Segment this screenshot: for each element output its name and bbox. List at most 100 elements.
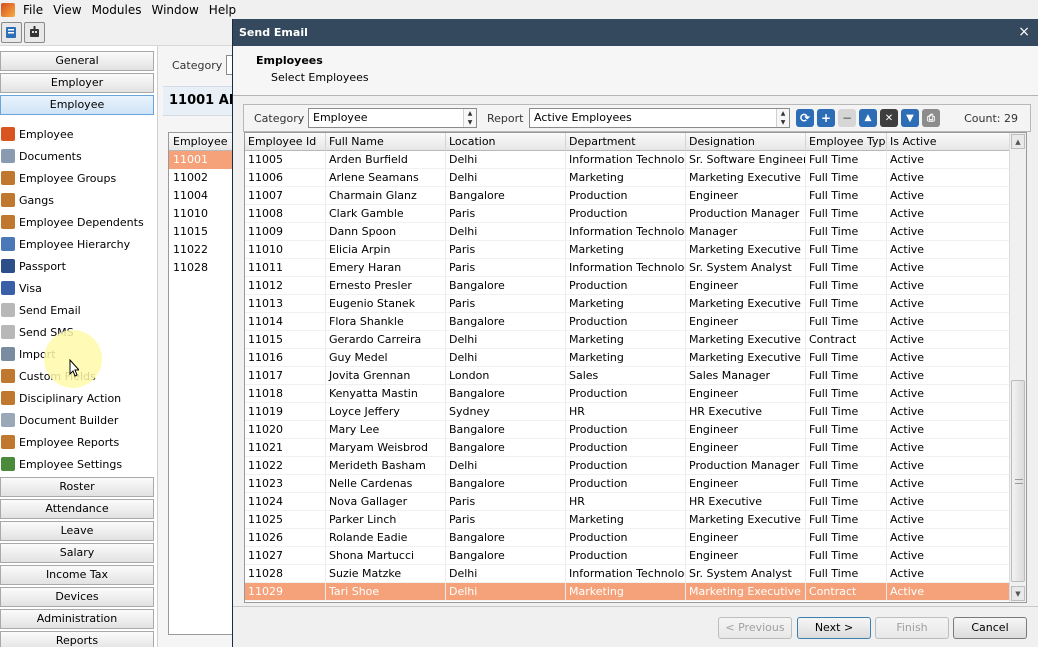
section-leave[interactable]: Leave: [0, 521, 154, 541]
spinner-arrows-icon[interactable]: ▲ ▼: [463, 109, 476, 127]
menu-help[interactable]: Help: [204, 3, 241, 17]
table-cell: Marketing Executive: [686, 349, 806, 366]
section-reports[interactable]: Reports: [0, 631, 154, 647]
scroll-thumb[interactable]: [1011, 380, 1025, 582]
table-cell: Full Time: [806, 151, 887, 168]
column-header-is-active[interactable]: Is Active: [887, 133, 1010, 151]
table-row[interactable]: 11024 Nova Gallager Paris HR HR Executive Ful…: [245, 493, 1010, 511]
column-header-department[interactable]: Department: [566, 133, 686, 151]
filter-icon[interactable]: ▼: [901, 109, 919, 127]
table-cell: Delhi: [446, 583, 566, 600]
table-cell: 11012: [245, 277, 326, 294]
sidebar-item-document-builder[interactable]: Document Builder: [0, 409, 156, 431]
section-devices[interactable]: Devices: [0, 587, 154, 607]
table-row[interactable]: 11017 Jovita Grennan London Sales Sales Mana…: [245, 367, 1010, 385]
table-cell: 11013: [245, 295, 326, 312]
category-combo[interactable]: Employee ▲ ▼: [308, 108, 477, 128]
table-cell: 11024: [245, 493, 326, 510]
sidebar-item-employee-dependents[interactable]: Employee Dependents: [0, 211, 156, 233]
section-employee[interactable]: Employee: [0, 95, 154, 115]
table-cell: Production: [566, 205, 686, 222]
robot-icon[interactable]: [24, 22, 45, 43]
visa-icon: [1, 281, 15, 295]
sidebar-item-employee-settings[interactable]: Employee Settings: [0, 453, 156, 475]
sidebar-item-employee-groups[interactable]: Employee Groups: [0, 167, 156, 189]
export-excel-icon[interactable]: ✕: [880, 109, 898, 127]
table-row[interactable]: 11011 Emery Haran Paris Information Technol…: [245, 259, 1010, 277]
table-row[interactable]: 11029 Tari Shoe Delhi Marketing Marketing Ex…: [245, 583, 1010, 601]
table-row[interactable]: 11025 Parker Linch Paris Marketing Marketing…: [245, 511, 1010, 529]
sidebar-item-documents[interactable]: Documents: [0, 145, 156, 167]
column-header-employee-id[interactable]: Employee Id: [245, 133, 326, 151]
table-row[interactable]: 11016 Guy Medel Delhi Marketing Marketing Ex…: [245, 349, 1010, 367]
table-cell: Jovita Grennan: [326, 367, 446, 384]
table-cell: Elicia Arpin: [326, 241, 446, 258]
section-salary[interactable]: Salary: [0, 543, 154, 563]
close-icon[interactable]: ×: [1018, 19, 1030, 46]
table-row[interactable]: 11022 Merideth Basham Delhi Production Produ…: [245, 457, 1010, 475]
table-row[interactable]: 11020 Mary Lee Bangalore Production Engineer…: [245, 421, 1010, 439]
table-row[interactable]: 11027 Shona Martucci Bangalore Production En…: [245, 547, 1010, 565]
section-administration[interactable]: Administration: [0, 609, 154, 629]
sidebar-item-gangs[interactable]: Gangs: [0, 189, 156, 211]
table-row[interactable]: 11021 Maryam Weisbrod Bangalore Production E…: [245, 439, 1010, 457]
column-header-location[interactable]: Location: [446, 133, 566, 151]
scroll-down-icon[interactable]: ▼: [1011, 586, 1025, 601]
section-employer[interactable]: Employer: [0, 73, 154, 93]
table-row[interactable]: 11010 Elicia Arpin Paris Marketing Marketing…: [245, 241, 1010, 259]
print-icon[interactable]: ⎙: [922, 109, 940, 127]
cancel-button[interactable]: Cancel: [953, 617, 1027, 639]
move-up-icon[interactable]: ▲: [859, 109, 877, 127]
table-cell: 11020: [245, 421, 326, 438]
section-attendance[interactable]: Attendance: [0, 499, 154, 519]
table-row[interactable]: 11018 Kenyatta Mastin Bangalore Production E…: [245, 385, 1010, 403]
table-cell: Information Technology: [566, 151, 686, 168]
table-row[interactable]: 11005 Arden Burfield Delhi Information Tech…: [245, 151, 1010, 169]
add-icon[interactable]: +: [817, 109, 835, 127]
sidebar-item-employee[interactable]: Employee: [0, 123, 156, 145]
menu-modules[interactable]: Modules: [87, 3, 147, 17]
report-combo[interactable]: Active Employees ▲ ▼: [529, 108, 790, 128]
next-button[interactable]: Next >: [797, 617, 871, 639]
sidebar-item-label: Employee Groups: [19, 171, 117, 185]
sidebar-item-employee-hierarchy[interactable]: Employee Hierarchy: [0, 233, 156, 255]
column-header-employee-type[interactable]: Employee Type: [806, 133, 887, 151]
table-cell: Production: [566, 421, 686, 438]
finish-button[interactable]: Finish: [875, 617, 949, 639]
table-row[interactable]: 11007 Charmain Glanz Bangalore Production En…: [245, 187, 1010, 205]
section-general[interactable]: General: [0, 51, 154, 71]
table-row[interactable]: 11026 Rolande Eadie Bangalore Production Eng…: [245, 529, 1010, 547]
table-row[interactable]: 11006 Arlene Seamans Delhi Marketing Marketi…: [245, 169, 1010, 187]
menu-view[interactable]: View: [48, 3, 86, 17]
menu-window[interactable]: Window: [146, 3, 203, 17]
table-row[interactable]: 11009 Dann Spoon Delhi Information Technolo…: [245, 223, 1010, 241]
sidebar-item-employee-reports[interactable]: Employee Reports: [0, 431, 156, 453]
table-row[interactable]: 11023 Nelle Cardenas Bangalore Production En…: [245, 475, 1010, 493]
scroll-up-icon[interactable]: ▲: [1011, 134, 1025, 149]
menu-bar: File View Modules Window Help: [0, 0, 1038, 19]
table-row[interactable]: 11013 Eugenio Stanek Paris Marketing Marketi…: [245, 295, 1010, 313]
vertical-scrollbar[interactable]: ▲ ▼: [1009, 133, 1026, 602]
table-cell: Active: [887, 259, 1010, 276]
column-header-full-name[interactable]: Full Name: [326, 133, 446, 151]
sidebar-item-passport[interactable]: Passport: [0, 255, 156, 277]
table-row[interactable]: 11014 Flora Shankle Bangalore Production Eng…: [245, 313, 1010, 331]
table-row[interactable]: 11028 Suzie Matzke Delhi Information Techno…: [245, 565, 1010, 583]
remove-icon[interactable]: −: [838, 109, 856, 127]
table-row[interactable]: 11012 Ernesto Presler Bangalore Production E…: [245, 277, 1010, 295]
refresh-icon[interactable]: ⟳: [796, 109, 814, 127]
sidebar-item-disciplinary-action[interactable]: Disciplinary Action: [0, 387, 156, 409]
table-row[interactable]: 11008 Clark Gamble Paris Production Producti…: [245, 205, 1010, 223]
table-cell: HR Executive: [686, 493, 806, 510]
section-roster[interactable]: Roster: [0, 477, 154, 497]
book-icon[interactable]: [1, 22, 22, 43]
menu-file[interactable]: File: [18, 3, 48, 17]
table-row[interactable]: 11015 Gerardo Carreira Delhi Marketing Marke…: [245, 331, 1010, 349]
table-row[interactable]: 11019 Loyce Jeffery Sydney HR HR Executive Fu…: [245, 403, 1010, 421]
sidebar-item-send-email[interactable]: Send Email: [0, 299, 156, 321]
sidebar-item-visa[interactable]: Visa: [0, 277, 156, 299]
column-header-designation[interactable]: Designation: [686, 133, 806, 151]
section-income-tax[interactable]: Income Tax: [0, 565, 154, 585]
spinner-arrows-icon[interactable]: ▲ ▼: [776, 109, 789, 127]
previous-button[interactable]: < Previous: [718, 617, 792, 639]
